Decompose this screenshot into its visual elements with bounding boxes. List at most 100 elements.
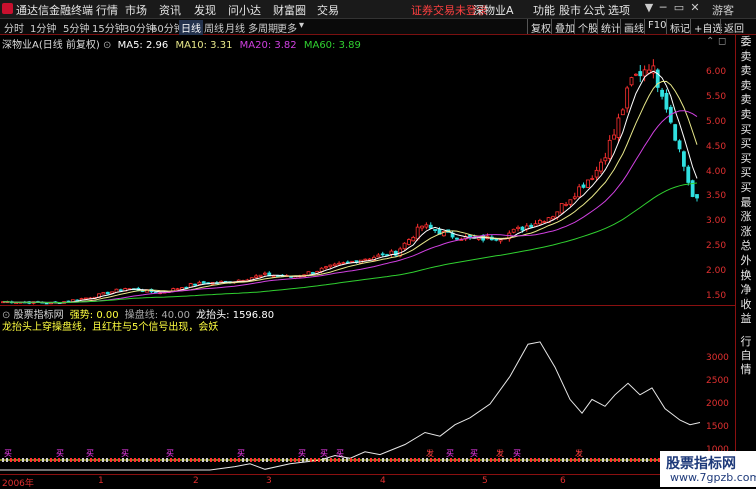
signal-bar bbox=[286, 458, 288, 462]
signal-bar bbox=[374, 458, 376, 462]
candle-body bbox=[380, 253, 385, 256]
menu-discover[interactable]: 发现 bbox=[194, 2, 216, 18]
close-icon[interactable]: ✕ bbox=[688, 1, 702, 15]
signal-bar bbox=[174, 458, 176, 462]
sidebar-lower-label[interactable]: 行 bbox=[736, 335, 756, 349]
signal-bar bbox=[14, 458, 16, 462]
signal-bar bbox=[130, 458, 132, 462]
f10-button[interactable]: F10 bbox=[644, 19, 668, 34]
menu-formula[interactable]: 公式 bbox=[583, 2, 605, 18]
signal-bar bbox=[598, 458, 600, 462]
signal-bar bbox=[386, 458, 388, 462]
price-tick: 6.00 bbox=[706, 67, 727, 77]
signal-bar bbox=[634, 458, 636, 462]
x-axis-label: 2 bbox=[193, 476, 199, 486]
tab-5min[interactable]: 5分钟 bbox=[63, 20, 89, 35]
tab-weekly[interactable]: 周线 bbox=[204, 20, 224, 35]
signal-bar bbox=[590, 458, 592, 462]
candle-body bbox=[559, 203, 564, 214]
signal-bar bbox=[638, 458, 640, 462]
menu-quotes[interactable]: 行情 bbox=[96, 2, 118, 18]
sidebar-label: 收益 bbox=[736, 297, 756, 326]
fullscreen-icon[interactable]: ◻ bbox=[718, 36, 726, 47]
signal-bar bbox=[118, 458, 120, 462]
user-label[interactable]: 游客 bbox=[712, 2, 734, 18]
watermark-title: 股票指标网 bbox=[666, 456, 736, 472]
candle-body bbox=[337, 262, 341, 265]
signal-bar bbox=[90, 458, 92, 462]
signal-bar bbox=[550, 458, 552, 462]
signal-bar bbox=[22, 458, 24, 462]
menu-news[interactable]: 资讯 bbox=[159, 2, 181, 18]
candle-body bbox=[258, 274, 263, 277]
candle-body bbox=[389, 250, 394, 255]
signal-bar bbox=[54, 458, 56, 462]
candle-body bbox=[84, 297, 88, 300]
menu-market[interactable]: 市场 bbox=[125, 2, 147, 18]
tab-daily[interactable]: 日线 bbox=[179, 20, 203, 35]
menu-function[interactable]: 功能 bbox=[533, 2, 555, 18]
candle-body bbox=[79, 298, 84, 301]
signal-bar bbox=[650, 458, 652, 462]
candle-body bbox=[581, 184, 586, 188]
menu-bar: 通达信金融终端 行情 市场 资讯 发现 问小达 财富圈 交易 证券交易未登录 深… bbox=[0, 0, 756, 19]
draw-button[interactable]: 画线 bbox=[620, 19, 646, 35]
candle-body bbox=[590, 178, 595, 180]
signal-bar bbox=[242, 458, 244, 462]
menu-wealth[interactable]: 财富圈 bbox=[273, 2, 306, 18]
tab-multi-period[interactable]: 多周期 bbox=[248, 20, 278, 35]
tab-intraday[interactable]: 分时 bbox=[4, 20, 24, 35]
signal-bar bbox=[194, 458, 196, 462]
restore-icon[interactable]: ▭ bbox=[672, 1, 686, 15]
sidebar-lower-label[interactable]: 情 bbox=[736, 363, 756, 377]
price-tick: 1.50 bbox=[706, 291, 727, 301]
signal-bar bbox=[274, 458, 276, 462]
signal-bar bbox=[154, 458, 156, 462]
minimize-icon[interactable]: ─ bbox=[656, 1, 670, 15]
menu-ask[interactable]: 问小达 bbox=[228, 2, 261, 18]
signal-label: 买 bbox=[513, 449, 521, 458]
candle-body bbox=[332, 263, 337, 267]
signal-bar bbox=[342, 458, 344, 462]
period-toolbar: 分时 1分钟 5分钟 15分钟 30分钟 60分钟 日线 周线 月线 多周期 更… bbox=[0, 19, 756, 35]
candle-body bbox=[310, 272, 315, 274]
signal-bar bbox=[66, 458, 68, 462]
mark-button[interactable]: 标记 bbox=[666, 19, 692, 35]
signal-bar bbox=[162, 458, 164, 462]
x-axis-label: 2006年 bbox=[2, 479, 34, 489]
menu-trade[interactable]: 交易 bbox=[317, 2, 339, 18]
expand-icon[interactable]: ⌃ bbox=[706, 36, 714, 47]
dropdown-icon[interactable]: ▼ bbox=[642, 1, 656, 15]
signal-bar bbox=[546, 458, 548, 462]
indicator-chart[interactable]: 买买买买买买买买买发买买发买发 bbox=[0, 330, 702, 475]
indicator-tick: 2500 bbox=[706, 376, 729, 386]
signal-bar bbox=[114, 458, 116, 462]
signal-bar bbox=[138, 458, 140, 462]
signal-bar bbox=[178, 458, 180, 462]
menu-options[interactable]: 选项 bbox=[608, 2, 630, 18]
menu-stock[interactable]: 股市 bbox=[559, 2, 581, 18]
signal-bar bbox=[462, 458, 464, 462]
signal-bar bbox=[310, 458, 312, 462]
signal-bar bbox=[266, 458, 268, 462]
tab-monthly[interactable]: 月线 bbox=[225, 20, 245, 35]
candle-body bbox=[533, 223, 538, 227]
signal-bar bbox=[70, 458, 72, 462]
signal-bar bbox=[646, 458, 648, 462]
chevron-down-icon[interactable]: ▾ bbox=[299, 20, 304, 31]
x-axis-line bbox=[0, 474, 736, 475]
candle-body bbox=[568, 199, 573, 205]
tab-more[interactable]: 更多 bbox=[277, 20, 297, 35]
tab-15min[interactable]: 15分钟 bbox=[92, 20, 125, 35]
signal-bar bbox=[294, 458, 296, 462]
watermark: 股票指标网 www.7gpzb.com bbox=[660, 451, 756, 487]
back-button[interactable]: 返回 bbox=[720, 19, 746, 35]
adjust-button[interactable]: 复权 bbox=[527, 19, 553, 35]
candle-body bbox=[201, 281, 206, 284]
candle-body bbox=[537, 219, 542, 225]
candle-body bbox=[193, 283, 197, 286]
signal-bar bbox=[38, 458, 40, 462]
price-chart[interactable]: 6.680.79 bbox=[0, 47, 702, 305]
signal-bar bbox=[254, 458, 256, 462]
tab-1min[interactable]: 1分钟 bbox=[30, 20, 56, 35]
